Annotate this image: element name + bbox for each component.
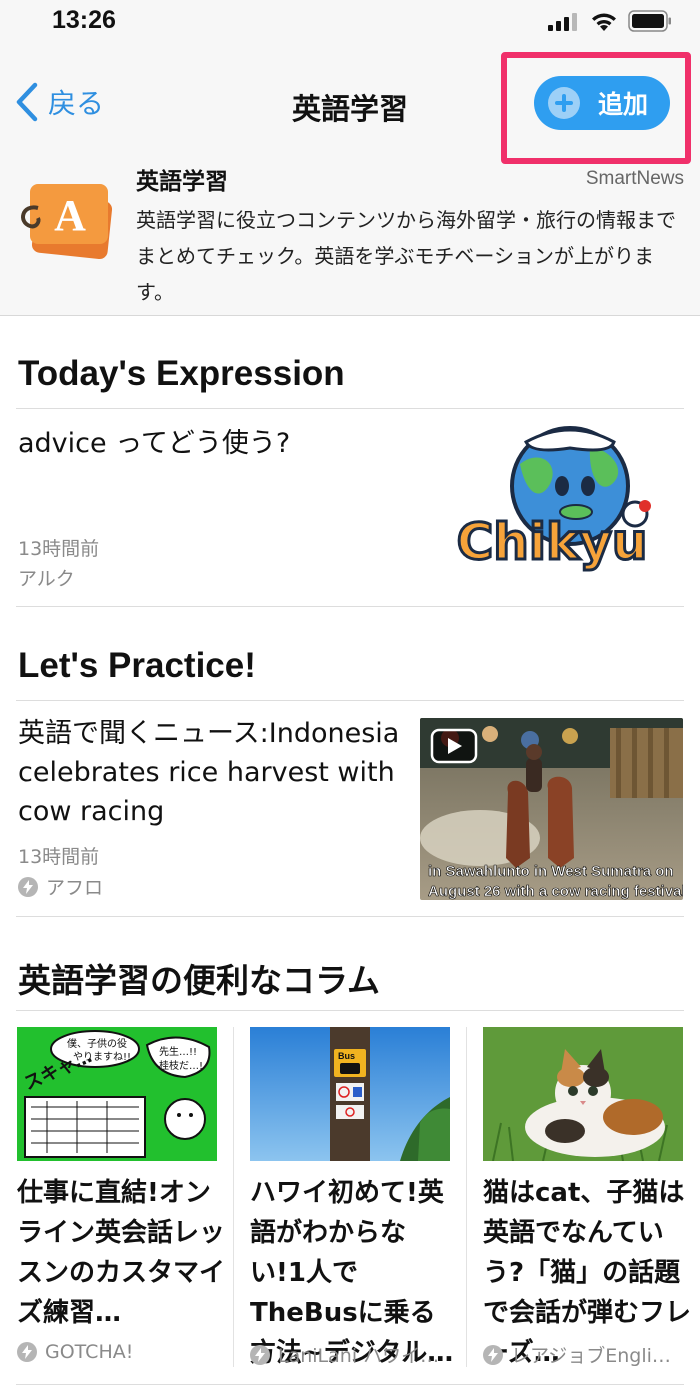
video-caption-line-2: August 26 with a cow racing festival. <box>428 883 683 900</box>
plus-circle-icon <box>548 87 580 119</box>
divider <box>16 1384 684 1385</box>
column-source-label: LaniLani ハワイ… <box>278 1345 440 1367</box>
column-card[interactable]: Bus ハワイ初めて!英語がわからない!1人でTheBusに乗る方法~デジタル…… <box>250 1027 468 1368</box>
bus-sign-text: Bus <box>338 1051 355 1061</box>
section-title-todays-expression: Today's Expression <box>18 354 345 393</box>
back-button[interactable]: 戻る <box>14 80 104 124</box>
status-time: 13:26 <box>52 6 116 34</box>
divider <box>16 1010 684 1011</box>
column-title: 仕事に直結!オンライン英会話レッスンのカスタマイズ練習… <box>17 1178 226 1328</box>
lightning-bolt-icon <box>483 1344 503 1365</box>
page-title: 英語学習 <box>291 92 408 126</box>
channel-source: SmartNews <box>585 168 684 189</box>
column-card[interactable]: 僕、子供の役 やりますね!! 先生…!! 桂枝だ…! スキャ… 仕事に直結!オン… <box>17 1027 235 1367</box>
divider <box>16 916 684 917</box>
article-source: アルク <box>18 568 75 590</box>
column-source: LaniLani ハワイ… <box>250 1341 450 1368</box>
column-separator <box>466 1027 467 1367</box>
wifi-icon <box>592 13 616 31</box>
status-bar: 13:26 <box>0 0 700 50</box>
chevron-left-icon <box>16 82 38 122</box>
english-learning-channel-icon: A <box>21 184 113 260</box>
column-thumbnail <box>483 1027 683 1161</box>
back-label: 戻る <box>48 87 105 120</box>
kitten-image <box>483 1027 683 1161</box>
manga-speech-1: 僕、子供の役 <box>67 1037 127 1050</box>
battery-icon <box>628 10 671 32</box>
play-icon <box>430 728 478 764</box>
section-title-columns: 英語学習の便利なコラム <box>18 961 381 1000</box>
video-thumbnail[interactable]: in Sawahlunto in West Sumatra on August … <box>420 718 683 900</box>
manga-speech-4: 桂枝だ…! <box>159 1059 203 1072</box>
lightning-bolt-icon <box>17 1342 37 1362</box>
article-time: 13時間前 <box>18 846 100 868</box>
column-source-label: GOTCHA! <box>45 1341 134 1363</box>
article-thumbnail: Chikyu <box>440 424 680 584</box>
channel-description: 英語学習に役立つコンテンツから海外留学・旅行の情報までまとめてチェック。英語を学… <box>136 208 676 304</box>
chikyu-logo-text: Chikyu <box>457 513 648 571</box>
column-thumbnail: Bus <box>250 1027 450 1161</box>
manga-illustration-image: 僕、子供の役 やりますね!! 先生…!! 桂枝だ…! スキャ… <box>17 1027 217 1161</box>
article-title: advice ってどう使う? <box>18 428 291 459</box>
manga-speech-3: 先生…!! <box>159 1045 197 1058</box>
article-source-label: アフロ <box>46 877 104 899</box>
column-source: レアジョブEngli… <box>483 1341 683 1368</box>
article-title: 英語で聞くニュース:Indonesia celebrates rice harv… <box>18 718 400 827</box>
channel-icon-letter: A <box>54 191 86 240</box>
column-thumbnail: 僕、子供の役 やりますね!! 先生…!! 桂枝だ…! スキャ… <box>17 1027 217 1161</box>
cow-racing-image: in Sawahlunto in West Sumatra on August … <box>420 718 683 900</box>
article-source: アフロ <box>18 873 103 900</box>
video-caption-line-1: in Sawahlunto in West Sumatra on <box>428 863 674 880</box>
column-card[interactable]: 猫はcat、子猫は英語でなんていう?「猫」の話題で会話が弾むフレーズ… レアジョ… <box>483 1027 700 1368</box>
channel-name: 英語学習 <box>136 169 228 195</box>
chikyu-mascot-image: Chikyu <box>440 424 680 584</box>
bus-stop-sign-image: Bus <box>250 1027 450 1161</box>
divider <box>16 408 684 409</box>
add-label: 追加 <box>598 90 649 119</box>
channel-header: 戻る 英語学習 追加 A 英語学習 SmartNews 英語学習に役立つコンテン… <box>0 50 700 316</box>
column-separator <box>233 1027 234 1367</box>
divider <box>16 700 684 701</box>
lightning-bolt-icon <box>18 876 38 897</box>
section-title-lets-practice: Let's Practice! <box>18 646 256 685</box>
lightning-bolt-icon <box>250 1344 270 1365</box>
article-time: 13時間前 <box>18 538 100 560</box>
column-source: GOTCHA! <box>17 1341 217 1363</box>
divider <box>16 606 684 607</box>
add-channel-button[interactable]: 追加 <box>534 76 670 130</box>
column-source-label: レアジョブEngli… <box>511 1345 671 1367</box>
cellular-signal-icon <box>548 13 577 31</box>
